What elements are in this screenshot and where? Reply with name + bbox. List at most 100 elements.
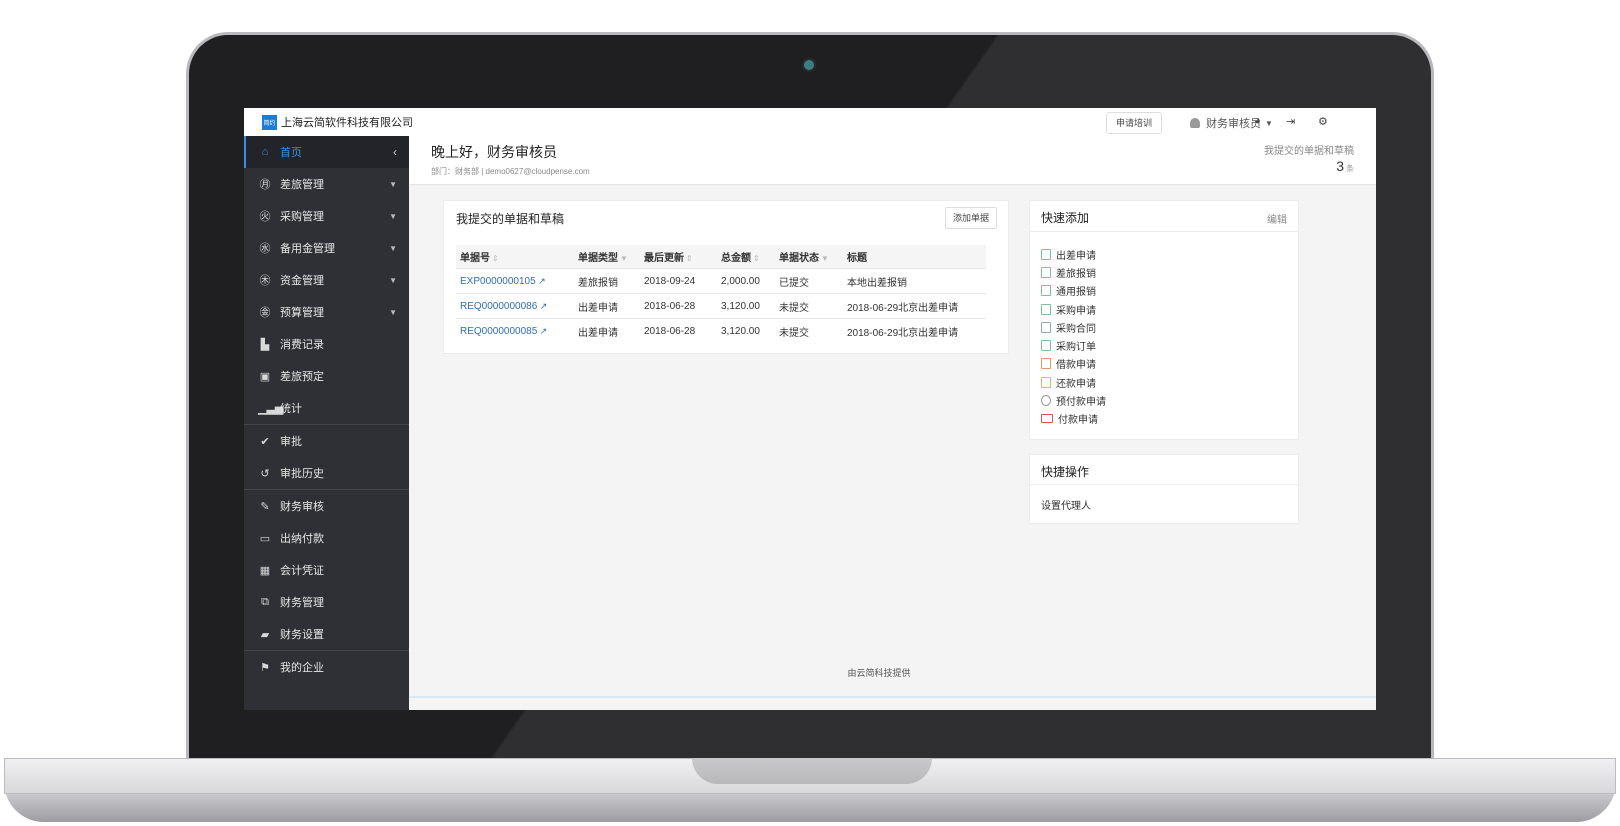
sidebar-item-label: 预算管理: [280, 307, 324, 319]
quick-add-item[interactable]: 还款申请: [1041, 373, 1106, 391]
sidebar-item-label: 财务审核: [280, 501, 324, 513]
budget-icon: ㊎: [259, 307, 271, 319]
quick-add-item[interactable]: 借款申请: [1041, 355, 1106, 373]
sidebar-item-cashier[interactable]: ▭ 出纳付款: [244, 522, 409, 554]
quick-add-item[interactable]: 采购订单: [1041, 336, 1106, 354]
chevron-down-icon: ▼: [1265, 118, 1273, 128]
table-header-row: 单据号 ⇕ 单据类型 ▼ 最后更新 ⇕ 总金额 ⇕ 单据状态 ▼ 标题: [456, 245, 986, 269]
manage-icon: ⧉: [261, 595, 269, 608]
purchase-icon: ㊋: [259, 211, 271, 223]
submitted-count-label[interactable]: 我提交的单据和草稿: [1264, 142, 1354, 157]
sort-icon[interactable]: ⇕: [753, 254, 760, 263]
brand-logo: 简约: [262, 114, 277, 130]
quick-add-item[interactable]: 预付款申请: [1041, 391, 1106, 409]
logout-icon[interactable]: ⇥: [1286, 115, 1295, 128]
cell-status: 已提交: [775, 268, 843, 294]
cash-icon: ▭: [259, 532, 271, 545]
sidebar-item-company[interactable]: ⚑ 我的企业: [244, 651, 409, 683]
sidebar-item-label: 差旅管理: [280, 179, 324, 191]
quick-add-item[interactable]: 差旅报销: [1041, 263, 1106, 281]
set-delegate-link[interactable]: 设置代理人: [1041, 497, 1091, 512]
record-icon: ▙: [260, 338, 270, 351]
quick-add-item[interactable]: 采购合同: [1041, 318, 1106, 336]
apply-training-button[interactable]: 申请培训: [1106, 112, 1163, 134]
column-header-type[interactable]: 单据类型 ▼: [574, 245, 640, 269]
sidebar-item-travel[interactable]: ㊊ 差旅管理 ▼: [244, 168, 409, 200]
globe-icon[interactable]: ◕: [1254, 115, 1261, 127]
flag-icon: ⚑: [260, 661, 270, 674]
cell-title: 2018-06-29北京出差申请: [843, 318, 986, 343]
quick-ops-card: 快捷操作 设置代理人: [1029, 454, 1299, 524]
cell-type: 出差申请: [574, 318, 640, 343]
document-link[interactable]: REQ0000000085: [460, 326, 537, 337]
table-row[interactable]: REQ0000000085 ↗ 出差申请 2018-06-28 3,120.00…: [456, 318, 986, 343]
edit-link[interactable]: 编辑: [1267, 211, 1287, 226]
filter-icon[interactable]: ▼: [821, 254, 829, 263]
column-header-updated[interactable]: 最后更新 ⇕: [640, 245, 717, 269]
sidebar-item-label: 备用金管理: [280, 243, 335, 255]
camera: [804, 60, 814, 70]
cell-id[interactable]: REQ0000000085 ↗: [456, 318, 574, 343]
cell-status: 未提交: [775, 318, 843, 343]
reserve-icon: ㊌: [259, 243, 271, 255]
document-link[interactable]: EXP0000000105: [460, 276, 536, 287]
brand[interactable]: 简约 上海云简软件科技有限公司: [262, 114, 413, 130]
external-link-icon[interactable]: ↗: [537, 326, 548, 336]
external-link-icon[interactable]: ↗: [536, 276, 546, 286]
app-screen: 简约 上海云简软件科技有限公司 申请培训 财务审核员 ▼ ◕ ⇥ ⚙ ⌂ 首页 …: [244, 108, 1376, 710]
external-link-icon[interactable]: ↗: [537, 301, 548, 311]
add-document-button[interactable]: 添加单据: [944, 207, 997, 229]
sidebar-item-label: 消费记录: [280, 339, 324, 351]
collapse-icon[interactable]: ‹: [393, 145, 397, 159]
sidebar-item-booking[interactable]: ▣ 差旅预定: [244, 360, 409, 392]
quick-add-item[interactable]: 采购申请: [1041, 300, 1106, 318]
column-header-status[interactable]: 单据状态 ▼: [775, 245, 843, 269]
sidebar-item-approval[interactable]: ✔ 审批: [244, 425, 409, 457]
home-icon: ⌂: [261, 146, 269, 158]
sidebar-item-budget[interactable]: ㊎ 预算管理 ▼: [244, 296, 409, 328]
sidebar-item-stats[interactable]: ▁▃▅ 统计: [244, 392, 409, 424]
sort-icon[interactable]: ⇕: [686, 254, 693, 263]
sidebar-item-reserve[interactable]: ㊌ 备用金管理 ▼: [244, 232, 409, 264]
sidebar-item-voucher[interactable]: ▦ 会计凭证: [244, 554, 409, 586]
submitted-count[interactable]: 3条: [1336, 158, 1354, 174]
document-link[interactable]: REQ0000000086: [460, 301, 537, 312]
gear-icon[interactable]: ⚙: [1318, 115, 1328, 128]
sidebar-item-finance-manage[interactable]: ⧉ 财务管理: [244, 586, 409, 618]
sidebar-item-label: 差旅预定: [280, 371, 324, 383]
cell-id[interactable]: REQ0000000086 ↗: [456, 293, 574, 319]
sidebar-item-home[interactable]: ⌂ 首页 ‹: [244, 136, 409, 168]
sidebar-item-fund[interactable]: ㊍ 资金管理 ▼: [244, 264, 409, 296]
column-header-amount[interactable]: 总金额 ⇕: [717, 245, 775, 269]
top-bar: 简约 上海云简软件科技有限公司 申请培训 财务审核员 ▼ ◕ ⇥ ⚙: [244, 108, 1376, 137]
cell-id[interactable]: EXP0000000105 ↗: [456, 268, 574, 294]
quick-add-item[interactable]: 通用报销: [1041, 282, 1106, 300]
sidebar-item-label: 审批: [280, 436, 302, 448]
check-circle-icon: ✔: [260, 435, 270, 448]
main-content: 晚上好，财务审核员 部门：财务部 | demo0627@cloudpense.c…: [409, 136, 1376, 710]
sidebar-item-finance-settings[interactable]: ▰ 财务设置: [244, 618, 409, 650]
table-row[interactable]: REQ0000000086 ↗ 出差申请 2018-06-28 3,120.00…: [456, 293, 986, 319]
sidebar-item-records[interactable]: ▙ 消费记录: [244, 328, 409, 360]
sidebar-item-label: 审批历史: [280, 468, 324, 480]
cell-updated: 2018-09-24: [640, 268, 717, 294]
greeting-bar: 晚上好，财务审核员 部门：财务部 | demo0627@cloudpense.c…: [409, 136, 1376, 185]
sidebar-item-label: 统计: [280, 403, 302, 415]
footer-line: [409, 696, 1376, 698]
quick-add-item[interactable]: 付款申请: [1041, 410, 1106, 428]
sort-icon[interactable]: ⇕: [492, 254, 499, 263]
travel-icon: ㊊: [259, 179, 271, 191]
form-icon: [1041, 340, 1051, 352]
filter-icon[interactable]: ▼: [620, 254, 628, 263]
table-row[interactable]: EXP0000000105 ↗ 差旅报销 2018-09-24 2,000.00…: [456, 268, 986, 294]
footer: 由云简科技提供: [409, 656, 1376, 710]
cell-title: 2018-06-29北京出差申请: [843, 293, 986, 319]
column-header-id[interactable]: 单据号 ⇕: [456, 245, 574, 269]
sidebar-item-approval-history[interactable]: ↺ 审批历史: [244, 457, 409, 489]
sidebar-item-finance-review[interactable]: ✎ 财务审核: [244, 490, 409, 522]
contract-icon: [1041, 321, 1051, 333]
sidebar-item-purchase[interactable]: ㊋ 采购管理 ▼: [244, 200, 409, 232]
footer-text: 由云简科技提供: [847, 668, 911, 678]
laptop-notch: [692, 758, 932, 784]
quick-add-item[interactable]: 出差申请: [1041, 245, 1106, 263]
